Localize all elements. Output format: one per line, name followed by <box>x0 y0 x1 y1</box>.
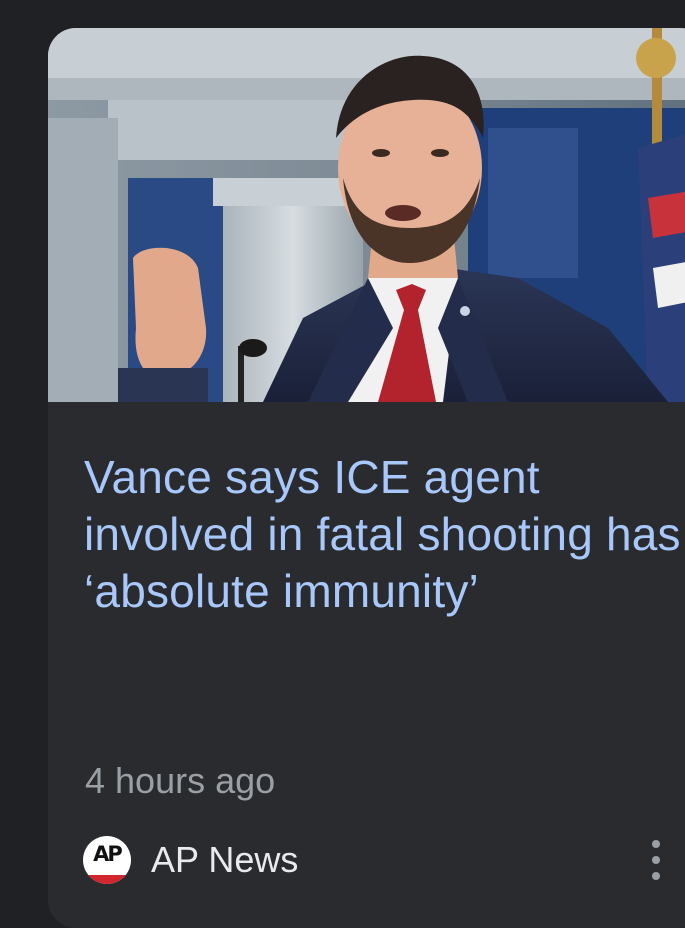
more-vert-icon[interactable] <box>640 840 674 886</box>
more-dot <box>652 872 660 880</box>
published-time: 4 hours ago <box>85 760 276 801</box>
ap-logo-bar <box>83 875 131 884</box>
source-publisher[interactable]: AP AP News <box>83 835 298 885</box>
ap-logo-text: AP <box>93 842 123 866</box>
more-dot <box>652 856 660 864</box>
ap-logo-icon: AP <box>83 836 131 884</box>
source-name: AP News <box>151 839 299 880</box>
headline-link[interactable]: Vance says ICE agent involved in fatal s… <box>84 449 684 620</box>
more-dot <box>652 840 660 848</box>
news-photo-illustration <box>48 28 685 402</box>
news-photo[interactable] <box>48 28 685 402</box>
news-card[interactable]: Vance says ICE agent involved in fatal s… <box>48 28 685 928</box>
